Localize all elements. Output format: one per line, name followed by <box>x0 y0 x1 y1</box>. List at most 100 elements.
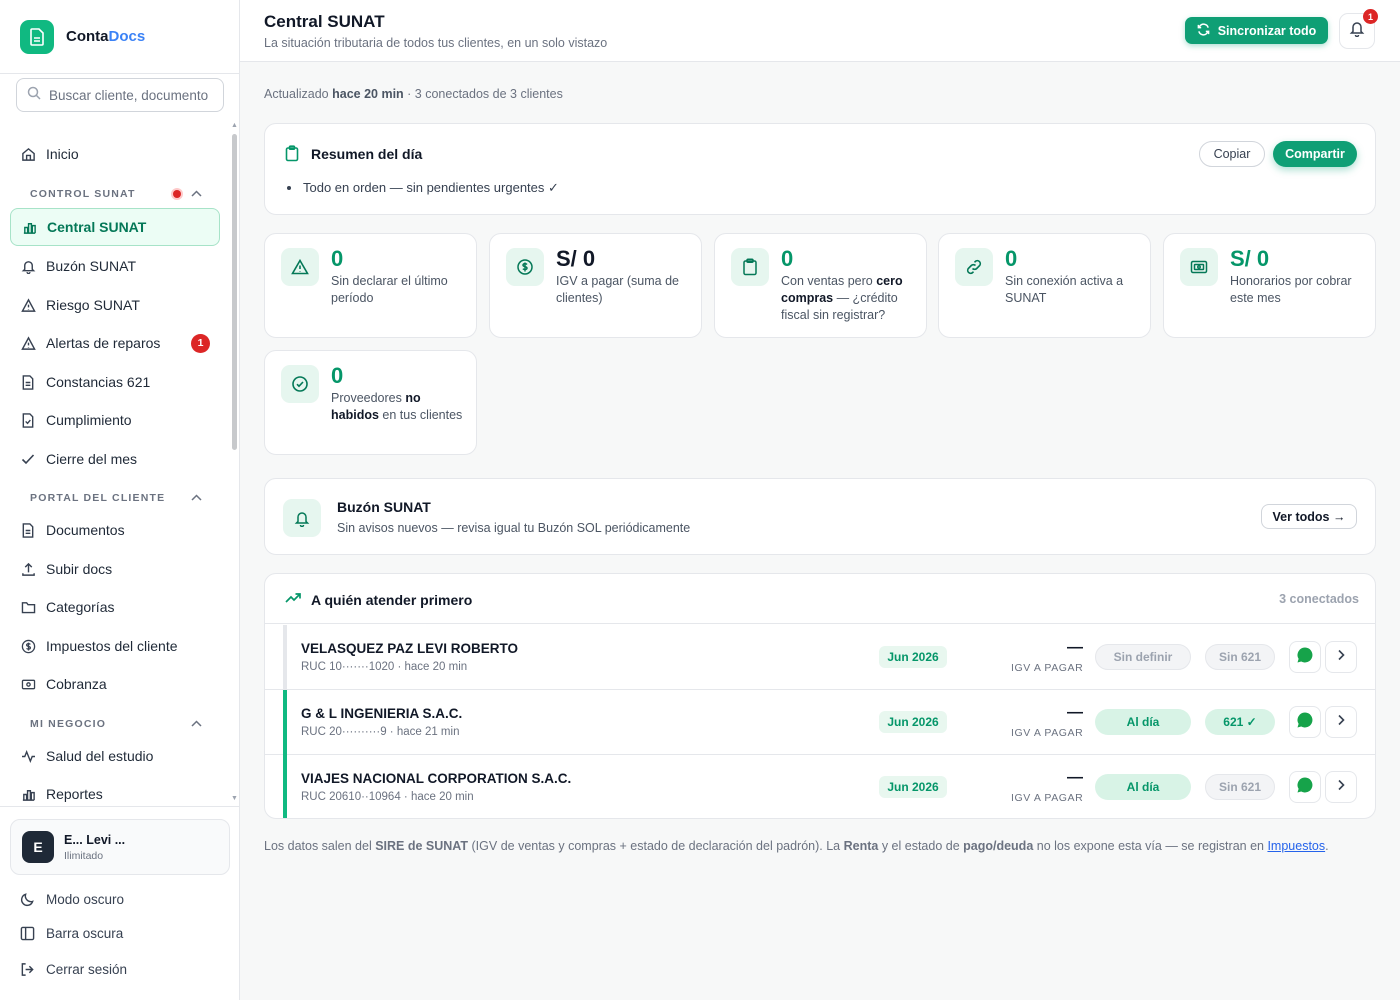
sidebar-icon <box>20 926 36 941</box>
table-row[interactable]: G & L INGENIERIA S.A.C. RUC 20··········… <box>265 690 1375 755</box>
summary-title: Resumen del día <box>311 146 423 162</box>
row-indicator <box>283 625 287 690</box>
chevron-right-icon <box>1337 713 1345 731</box>
sidebar-item-constancias[interactable]: Constancias 621 <box>10 363 220 401</box>
sidebar-item-cierre-mes[interactable]: Cierre del mes <box>10 440 220 478</box>
scroll-up-arrow[interactable]: ▲ <box>231 122 238 129</box>
sidebar-item-alertas-reparos[interactable]: Alertas de reparos 1 <box>10 324 220 362</box>
summary-item: Todo en orden — sin pendientes urgentes … <box>303 180 559 195</box>
constancia-badge: Sin 621 <box>1205 774 1275 800</box>
trending-up-icon <box>285 591 301 609</box>
stat-card-sin-conexion[interactable]: 0 Sin conexión activa a SUNAT <box>938 233 1151 338</box>
sidebar-item-cobranza[interactable]: Cobranza <box>10 665 220 703</box>
check-icon <box>20 451 36 467</box>
row-indicator <box>283 690 287 755</box>
section-label: MI NEGOCIO <box>30 718 107 730</box>
sidebar-item-label: Subir docs <box>46 561 113 577</box>
open-client-button[interactable] <box>1325 641 1357 673</box>
stat-label-part: Proveedores <box>331 391 406 405</box>
stat-label-part: en tus clientes <box>378 408 463 422</box>
dollar-circle-icon <box>20 638 36 654</box>
stat-value: 0 <box>1005 246 1018 271</box>
share-button[interactable]: Compartir <box>1273 141 1357 167</box>
table-row[interactable]: VELASQUEZ PAZ LEVI ROBERTO RUC 10·······… <box>265 625 1375 690</box>
sidebar-item-buzon-sunat[interactable]: Buzón SUNAT <box>10 247 220 285</box>
sidebar-item-label: Central SUNAT <box>47 219 147 235</box>
client-name[interactable]: VIAJES NACIONAL CORPORATION S.A.C. <box>301 771 571 786</box>
sidebar-item-subir-docs[interactable]: Subir docs <box>10 550 220 588</box>
sidebar-item-impuestos-cliente[interactable]: Impuestos del cliente <box>10 627 220 665</box>
sidebar-item-documentos[interactable]: Documentos <box>10 511 220 549</box>
igv-value: — <box>1067 704 1083 721</box>
igv-label: IGV A PAGAR <box>1011 792 1084 804</box>
stat-card-cero-compras[interactable]: 0 Con ventas pero cero compras — ¿crédit… <box>714 233 927 338</box>
sidebar-item-riesgo-sunat[interactable]: Riesgo SUNAT <box>10 286 220 324</box>
copy-button[interactable]: Copiar <box>1199 141 1265 167</box>
bell-icon <box>283 499 321 537</box>
bar-chart-icon <box>21 219 37 235</box>
bar-chart-icon <box>20 786 36 802</box>
table-row[interactable]: VIAJES NACIONAL CORPORATION S.A.C. RUC 2… <box>265 755 1375 818</box>
stat-card-no-habidos[interactable]: 0 Proveedores no habidos en tus clientes <box>264 350 477 455</box>
view-all-button[interactable]: Ver todos → <box>1261 504 1357 529</box>
sidebar: ContaDocs ▲ ▼ Inicio CONTROL SUNAT Centr… <box>0 0 240 1000</box>
stat-value: 0 <box>331 246 344 271</box>
dark-mode-toggle[interactable]: Modo oscuro <box>10 884 220 914</box>
stat-label: Con ventas pero cero compras — ¿crédito … <box>781 273 921 324</box>
search-box[interactable] <box>16 78 224 112</box>
sidebar-item-label: Inicio <box>46 146 79 162</box>
stat-card-sin-declarar[interactable]: 0 Sin declarar el último período <box>264 233 477 338</box>
warning-icon <box>281 248 319 286</box>
sidebar-item-label: Impuestos del cliente <box>46 638 178 654</box>
warning-icon <box>20 297 36 313</box>
logout-button[interactable]: Cerrar sesión <box>10 954 220 984</box>
section-label: CONTROL SUNAT <box>30 188 136 200</box>
sidebar-item-central-sunat[interactable]: Central SUNAT <box>10 208 220 246</box>
daily-summary-card: Resumen del día Todo en orden — sin pend… <box>264 123 1376 215</box>
section-mi-negocio[interactable]: MI NEGOCIO <box>30 718 202 730</box>
client-name[interactable]: VELASQUEZ PAZ LEVI ROBERTO <box>301 641 518 656</box>
scroll-down-arrow[interactable]: ▼ <box>231 795 238 802</box>
igv-label: IGV A PAGAR <box>1011 727 1084 739</box>
impuestos-link[interactable]: Impuestos <box>1267 839 1325 853</box>
whatsapp-button[interactable] <box>1289 706 1321 738</box>
sidebar-divider <box>0 806 240 807</box>
open-client-button[interactable] <box>1325 706 1357 738</box>
stat-card-igv-pagar[interactable]: S/ 0 IGV a pagar (suma de clientes) <box>489 233 702 338</box>
stat-card-honorarios[interactable]: S/ 0 Honorarios por cobrar este mes <box>1163 233 1376 338</box>
sync-all-button[interactable]: Sincronizar todo <box>1185 17 1328 44</box>
whatsapp-button[interactable] <box>1289 771 1321 803</box>
row-indicator <box>283 755 287 818</box>
sidebar-item-cumplimiento[interactable]: Cumplimiento <box>10 401 220 439</box>
brand[interactable]: ContaDocs <box>0 0 239 74</box>
client-meta: RUC 20··········9 · hace 21 min <box>301 726 460 738</box>
user-plan: Ilimitado <box>64 849 104 862</box>
status-prefix: Actualizado <box>264 87 329 101</box>
section-portal-cliente[interactable]: PORTAL DEL CLIENTE <box>30 492 202 504</box>
chevron-up-icon <box>191 719 202 730</box>
sidebar-item-inicio[interactable]: Inicio <box>10 135 220 173</box>
logout-icon <box>20 962 36 977</box>
cash-icon <box>20 676 36 692</box>
sidebar-item-label: Cobranza <box>46 676 107 692</box>
sidebar-item-label: Documentos <box>46 522 125 538</box>
dark-bar-toggle[interactable]: Barra oscura <box>10 918 220 948</box>
period-badge: Jun 2026 <box>879 776 947 798</box>
stat-label: Proveedores no habidos en tus clientes <box>331 390 471 424</box>
stat-label: IGV a pagar (suma de clientes) <box>556 274 679 305</box>
open-client-button[interactable] <box>1325 771 1357 803</box>
client-name[interactable]: G & L INGENIERIA S.A.C. <box>301 706 462 721</box>
sidebar-item-reportes[interactable]: Reportes <box>10 775 220 813</box>
sidebar-item-categorias[interactable]: Categorías <box>10 588 220 626</box>
sidebar-scrollbar[interactable] <box>232 134 237 450</box>
search-input[interactable] <box>49 87 209 103</box>
sidebar-item-salud-estudio[interactable]: Salud del estudio <box>10 737 220 775</box>
top-header: Central SUNAT La situación tributaria de… <box>240 0 1400 62</box>
priority-clients-card: A quién atender primero 3 conectados VEL… <box>264 573 1376 819</box>
user-name: E... Levi ... <box>64 832 126 847</box>
whatsapp-button[interactable] <box>1289 641 1321 673</box>
user-card[interactable]: E E... Levi ... Ilimitado <box>10 819 230 875</box>
alert-count-badge: 1 <box>191 333 210 353</box>
section-control-sunat[interactable]: CONTROL SUNAT <box>30 188 202 200</box>
stat-label: Sin declarar el último período <box>331 274 448 305</box>
